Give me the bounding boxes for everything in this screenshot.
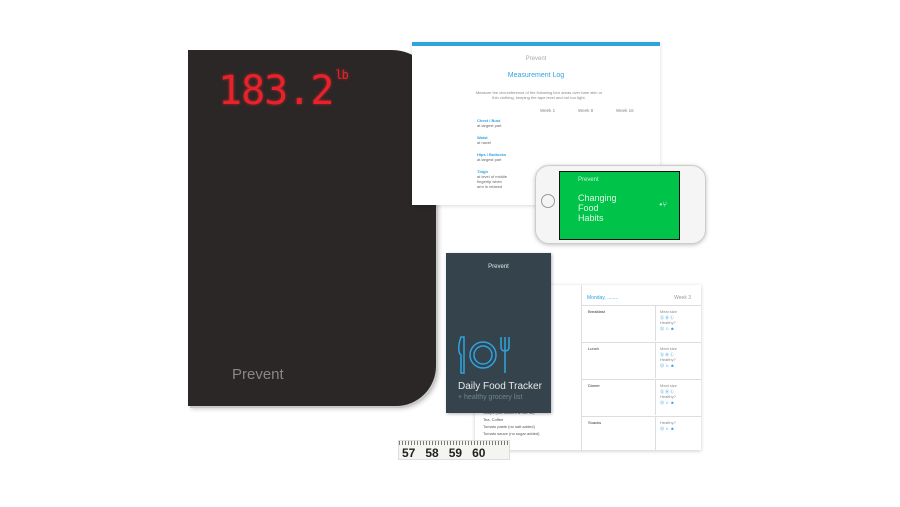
cover-title: Daily Food Tracker bbox=[458, 381, 542, 392]
grocery-item: Tea, Coffee bbox=[483, 417, 504, 422]
cover-brand: Prevent bbox=[488, 264, 509, 270]
meal-row: Breakfast Meal size ⓈⓂⓁ Healthy? ☹☺☻ bbox=[582, 305, 701, 341]
tape-mark: 58 bbox=[425, 446, 439, 460]
area-item: Chest / Bust at largest part bbox=[477, 118, 502, 128]
food-tracker-cover: Prevent Daily Food Tracker + healthy gro… bbox=[446, 253, 551, 413]
meal-row: Lunch Meal size ⓈⓂⓁ Healthy? ☹☺☻ bbox=[582, 342, 701, 378]
scale-brand: Prevent bbox=[232, 366, 284, 383]
weight-unit: lb bbox=[335, 68, 348, 82]
log-title: Measurement Log bbox=[507, 72, 565, 79]
log-brand: Prevent bbox=[525, 56, 547, 62]
meal-row: Snacks Healthy? ☹☺☻ bbox=[582, 416, 701, 450]
weight-display: 183.2 lb bbox=[218, 68, 349, 114]
day-label: Monday, ........ bbox=[587, 295, 619, 301]
area-item: Thigh at level of middle fingertip when a… bbox=[477, 169, 508, 189]
cover-subtitle: + healthy grocery list bbox=[458, 394, 523, 401]
log-intro: Measure the circumference of the followi… bbox=[475, 90, 603, 100]
plate-cutlery-icon bbox=[458, 336, 510, 374]
measuring-tape: 57 58 59 60 bbox=[398, 440, 510, 460]
tape-mark: 60 bbox=[472, 446, 486, 460]
grocery-item: Tomato sauce (no sugar added) bbox=[483, 431, 540, 436]
screen-brand: Prevent bbox=[578, 177, 599, 183]
weight-value: 183.2 bbox=[218, 68, 334, 114]
grocery-item: Tomato paste (no salt added) bbox=[483, 424, 535, 429]
week-label: Week 3 bbox=[674, 295, 691, 301]
week-header: Week 1 bbox=[540, 108, 556, 113]
home-button bbox=[541, 194, 555, 208]
bathroom-scale: 183.2 lb Prevent bbox=[188, 50, 436, 406]
tape-mark: 57 bbox=[402, 446, 416, 460]
cutlery-icon: •⑂ bbox=[659, 200, 667, 209]
tape-mark: 59 bbox=[448, 446, 463, 460]
screen-headline: Changing Food Habits bbox=[578, 193, 617, 223]
week-header: Week 8 bbox=[578, 108, 594, 113]
smartphone: Prevent Changing Food Habits •⑂ bbox=[535, 165, 706, 244]
week-header: Week 16 bbox=[616, 108, 634, 113]
meal-row: Dinner Meal size ⓈⓂⓁ Healthy? ☹☺☻ bbox=[582, 379, 701, 415]
area-item: Waist at navel bbox=[477, 135, 492, 145]
phone-screen: Prevent Changing Food Habits •⑂ bbox=[559, 171, 680, 240]
area-item: Hips / Buttocks at largest part bbox=[477, 152, 507, 162]
